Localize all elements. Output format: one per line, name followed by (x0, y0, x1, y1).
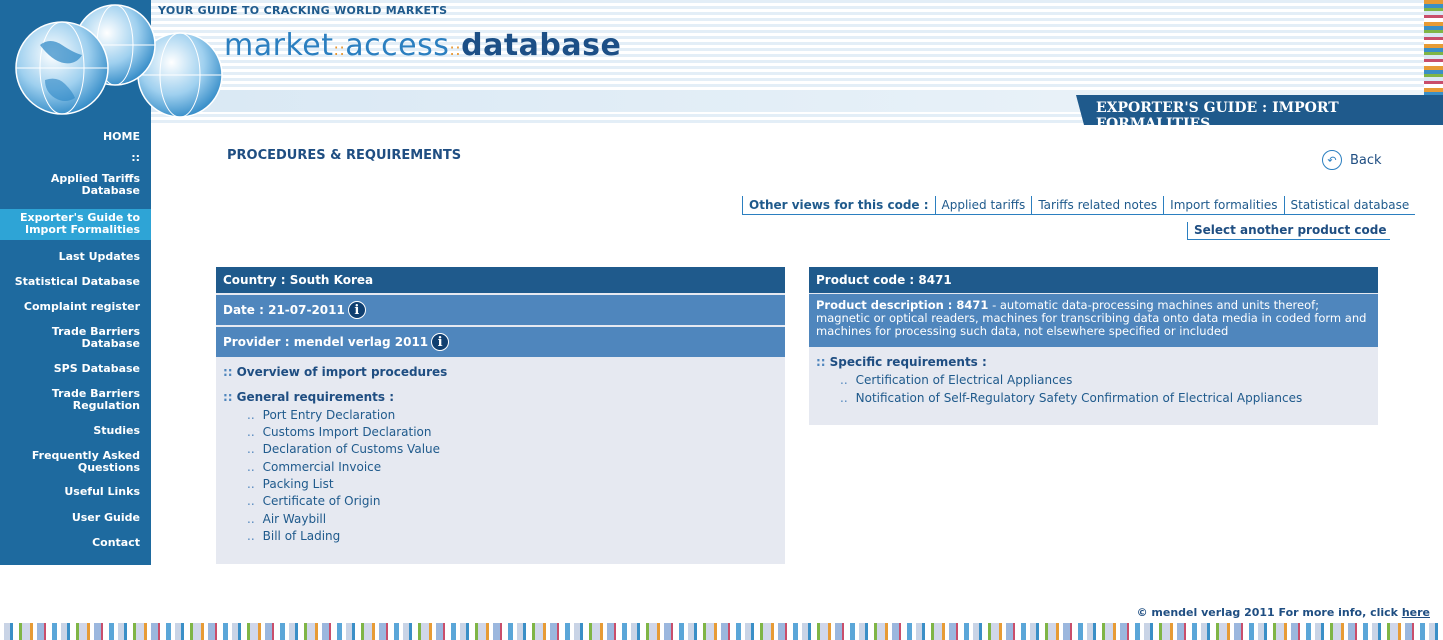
footer-stripes (0, 623, 1443, 640)
logo-dot-2: :: (449, 40, 462, 59)
footer-copyright: © mendel verlag 2011 For more info, clic… (1137, 606, 1430, 619)
sidebar-item-complaint-register[interactable]: Complaint register (24, 301, 140, 313)
site-logo[interactable]: market::access::database (224, 28, 621, 63)
general-item-certificate-origin[interactable]: .. Certificate of Origin (247, 494, 380, 508)
general-item-air-waybill[interactable]: .. Air Waybill (247, 512, 326, 526)
dots-icon: .. (247, 477, 255, 491)
tagline: YOUR GUIDE TO CRACKING WORLD MARKETS (158, 4, 448, 17)
provider-row: Provider : mendel verlag 2011 i (216, 327, 785, 357)
general-requirements-heading: :: General requirements : (223, 390, 394, 404)
general-item-label: Bill of Lading (262, 529, 341, 543)
sidebar-item-contact[interactable]: Contact (92, 537, 140, 549)
product-code-label: Product code : 8471 (816, 273, 952, 287)
date-label: Date : 21-07-2011 (223, 303, 345, 317)
page-title: PROCEDURES & REQUIREMENTS (227, 148, 462, 163)
select-product-code-link[interactable]: Select another product code (1187, 222, 1391, 240)
dots-icon: .. (247, 494, 255, 508)
dots-icon: .. (247, 512, 255, 526)
provider-label: Provider : mendel verlag 2011 (223, 335, 429, 349)
general-item-customs-value[interactable]: .. Declaration of Customs Value (247, 442, 440, 456)
sidebar-item-trade-barriers-regulation[interactable]: Trade Barriers Regulation (52, 388, 140, 412)
product-code-header: Product code : 8471 (809, 267, 1378, 293)
bullet-icon: :: (223, 365, 233, 379)
country-label: Country : South Korea (223, 273, 374, 287)
general-item-label: Packing List (262, 477, 334, 491)
sidebar-item-statistical-database[interactable]: Statistical Database (15, 276, 140, 288)
country-panel: Country : South Korea Date : 21-07-2011 … (216, 267, 785, 564)
specific-item-label: Certification of Electrical Appliances (855, 373, 1073, 387)
sidebar-item-studies[interactable]: Studies (93, 425, 140, 437)
overview-label: Overview of import procedures (236, 365, 448, 379)
bullet-icon: :: (816, 355, 826, 369)
country-header: Country : South Korea (216, 267, 785, 293)
sidebar-item-trade-barriers-database[interactable]: Trade Barriers Database (52, 326, 140, 350)
other-views-bar: Other views for this code : Applied tari… (742, 196, 1416, 215)
general-item-customs-import[interactable]: .. Customs Import Declaration (247, 425, 432, 439)
specific-item-electrical-cert[interactable]: .. Certification of Electrical Appliances (840, 373, 1072, 387)
dots-icon: .. (247, 442, 255, 456)
back-label: Back (1350, 152, 1382, 168)
general-item-bill-of-lading[interactable]: .. Bill of Lading (247, 529, 340, 543)
product-panel: Product code : 8471 Product description … (809, 267, 1378, 425)
overview-link[interactable]: :: Overview of import procedures (223, 365, 447, 379)
general-item-commercial-invoice[interactable]: .. Commercial Invoice (247, 460, 381, 474)
back-button[interactable]: ↶ Back (1322, 150, 1382, 170)
view-link-tariffs-notes[interactable]: Tariffs related notes (1031, 196, 1164, 215)
bullet-icon: :: (223, 390, 233, 404)
product-description-label: Product description : 8471 (816, 298, 989, 312)
dots-icon: .. (840, 391, 848, 405)
section-title-tab: EXPORTER'S GUIDE : IMPORT FORMALITIES (1076, 95, 1443, 125)
dots-icon: .. (247, 408, 255, 422)
general-item-label: Certificate of Origin (262, 494, 381, 508)
view-link-applied-tariffs[interactable]: Applied tariffs (934, 196, 1032, 215)
sidebar-nav: HOME :: Applied Tariffs Database Exporter… (0, 125, 151, 565)
specific-requirements-heading: :: Specific requirements : (816, 355, 987, 369)
provider-info-icon[interactable]: i (431, 333, 450, 351)
general-item-label: Air Waybill (262, 512, 327, 526)
general-item-label: Customs Import Declaration (262, 425, 432, 439)
share-back-icon: ↶ (1322, 150, 1342, 170)
general-item-packing-list[interactable]: .. Packing List (247, 477, 334, 491)
sidebar-separator: :: (131, 151, 140, 164)
dots-icon: .. (247, 529, 255, 543)
logo-access: access (345, 28, 450, 63)
specific-item-safety-notification[interactable]: .. Notification of Self-Regulatory Safety… (840, 391, 1302, 405)
logo-database: database (461, 28, 622, 63)
specific-item-label: Notification of Self-Regulatory Safety C… (855, 391, 1303, 405)
sidebar-item-exporters-guide[interactable]: Exporter's Guide to Import Formalities (20, 212, 140, 236)
globe-logo-icon (15, 4, 223, 118)
section-title: EXPORTER'S GUIDE : IMPORT FORMALITIES (1096, 100, 1339, 125)
page-header: YOUR GUIDE TO CRACKING WORLD MARKETS mar… (0, 0, 1443, 125)
sidebar-item-user-guide[interactable]: User Guide (72, 512, 140, 524)
dots-icon: .. (247, 425, 255, 439)
view-link-import-formalities[interactable]: Import formalities (1163, 196, 1284, 215)
sidebar-item-home[interactable]: HOME (103, 131, 140, 143)
sidebar-item-last-updates[interactable]: Last Updates (59, 251, 140, 263)
date-info-icon[interactable]: i (347, 301, 366, 319)
sidebar-item-active-bg: Exporter's Guide to Import Formalities (0, 209, 151, 240)
footer-here-link[interactable]: here (1402, 606, 1430, 619)
product-description: Product description : 8471 - automatic d… (809, 294, 1378, 347)
logo-dot-1: :: (333, 40, 346, 59)
sidebar-item-applied-tariffs[interactable]: Applied Tariffs Database (51, 173, 140, 197)
specific-requirements-label: Specific requirements : (829, 355, 987, 369)
sidebar-item-faq[interactable]: Frequently Asked Questions (32, 450, 140, 474)
footer-text: © mendel verlag 2011 For more info, clic… (1136, 606, 1402, 619)
header-color-edge (1424, 0, 1443, 110)
general-item-port-entry[interactable]: .. Port Entry Declaration (247, 408, 395, 422)
logo-market: market (224, 28, 334, 63)
dots-icon: .. (247, 460, 255, 474)
view-link-statistical-database[interactable]: Statistical database (1283, 196, 1416, 215)
date-row: Date : 21-07-2011 i (216, 295, 785, 325)
general-item-label: Commercial Invoice (262, 460, 382, 474)
general-item-label: Declaration of Customs Value (262, 442, 441, 456)
general-requirements-label: General requirements : (236, 390, 394, 404)
other-views-label: Other views for this code : (742, 196, 935, 215)
general-item-label: Port Entry Declaration (262, 408, 396, 422)
sidebar-item-useful-links[interactable]: Useful Links (64, 486, 140, 498)
dots-icon: .. (840, 373, 848, 387)
sidebar-item-sps-database[interactable]: SPS Database (54, 363, 140, 375)
